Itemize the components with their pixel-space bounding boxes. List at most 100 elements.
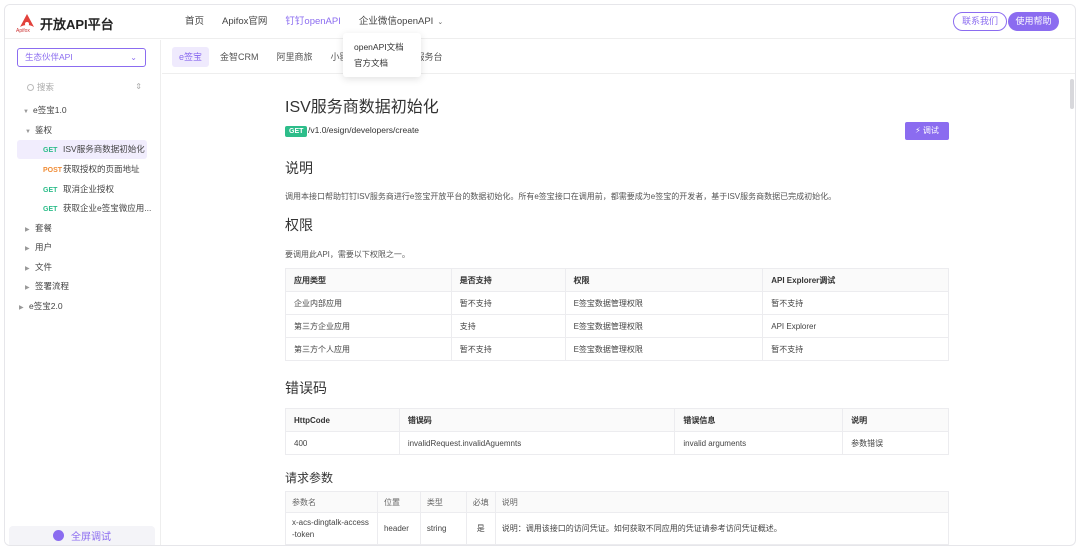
table-row: 第三方个人应用 暂不支持 E签宝数据管理权限 暂不支持 [285, 337, 949, 361]
error-code-table: HttpCode 错误码 错误信息 说明 400 invalidRequest.inval… [285, 408, 949, 455]
method-badge: GET [285, 126, 308, 137]
scrollbar[interactable] [1070, 79, 1074, 109]
table-cell: 说明：调用该接口的访问凭证。如何获取不同应用的凭证请参考访问凭证概述。 [494, 512, 950, 545]
table-header-row: 参数名 位置 类型 必填 说明 [285, 491, 950, 513]
nav-label: 首页 [185, 16, 205, 27]
nav-dingtalk-openapi[interactable]: 钉钉openAPI [285, 5, 340, 39]
chevron-down-icon: ⌄ [437, 19, 444, 26]
table-cell: E签宝数据管理权限 [564, 291, 764, 315]
tree-item-label: 取消企业授权 [63, 184, 115, 194]
table-cell: API Explorer [762, 314, 949, 338]
wecom-dropdown-menu: openAPI文档 官方文档 [343, 33, 421, 77]
table-header-row: 应用类型 是否支持 权限 API Explorer调试 [285, 268, 949, 292]
nav-home[interactable]: 首页 [185, 5, 204, 39]
sidebar: 生态伙伴API ⌄ 搜索 ⇕ ▼ e签宝1.0 ▼ 鉴权 GET ISV服务商数据初始化 P… [5, 40, 161, 545]
table-cell: 第三方企业应用 [285, 314, 452, 338]
api-endpoint-item[interactable]: POST获取授权的页面地址 [5, 160, 140, 179]
table-cell: 暂不支持 [450, 291, 566, 315]
tree-folder-item[interactable]: ▶ 文件 [5, 258, 52, 277]
table-cell: 支持 [450, 314, 566, 338]
endpoint-path: /v1.0/esign/developers/create [308, 125, 420, 135]
column-header: 错误信息 [674, 408, 844, 432]
debug-button[interactable]: ⚡ 调试 [905, 122, 949, 140]
column-header: 错误码 [398, 408, 676, 432]
table-header-row: HttpCode 错误码 错误信息 说明 [285, 408, 949, 432]
caret-right-icon[interactable]: ▶ [25, 279, 35, 298]
method-tag: GET [43, 147, 58, 154]
api-endpoint-item[interactable]: GET 取消企业授权 [5, 180, 114, 199]
table-cell: E签宝数据管理权限 [564, 314, 764, 338]
table-cell: 暂不支持 [450, 337, 566, 361]
tree-item-label: ISV服务商数据初始化 [63, 144, 145, 154]
caret-right-icon[interactable]: ▶ [19, 299, 29, 318]
nav-label: Apifox官网 [222, 16, 268, 27]
table-cell: E签宝数据管理权限 [564, 337, 764, 361]
tree-item-label: 签署流程 [35, 281, 70, 291]
table-cell: invalid arguments [674, 431, 844, 455]
page-title: ISV服务商数据初始化 [285, 99, 439, 116]
tab-ali-travel[interactable]: 阿里商旅 [270, 47, 320, 67]
api-endpoint-item[interactable]: GET 获取企业e签宝微应用... [5, 199, 151, 218]
column-header: 类型 [419, 491, 467, 513]
app-window: Apifox 开放API平台 首页 Apifox官网 钉钉openAPI 企业微… [4, 4, 1076, 546]
param-name-cell: x-acs-dingtalk-access -token [285, 512, 378, 545]
perm-text: 要调用此API，需要以下权限之一。 [285, 250, 410, 259]
table-row: 第三方企业应用 支持 E签宝数据管理权限 API Explorer [285, 314, 949, 338]
tree-item-label: e签宝1.0 [33, 105, 67, 115]
tree-folder-item[interactable]: ▶ 套餐 [5, 219, 52, 238]
fullscreen-debug-button[interactable]: 全屏调试 [9, 526, 155, 545]
method-tag: POST [43, 167, 63, 174]
table-cell: string [419, 512, 467, 545]
nav-label: 钉钉openAPI [285, 16, 341, 27]
search-placeholder: 搜索 [37, 82, 55, 92]
table-cell: 是 [465, 512, 496, 545]
tab-jinzhi-crm[interactable]: 金智CRM [213, 47, 266, 67]
table-cell: header [376, 512, 421, 545]
params-heading: 请求参数 [285, 471, 334, 485]
column-header: HttpCode [285, 408, 400, 432]
column-header: 参数名 [285, 491, 378, 513]
menu-item-official-docs[interactable]: 官方文档 [343, 55, 421, 71]
sort-icon[interactable]: ⇕ [135, 78, 142, 96]
tree-folder-item[interactable]: ▼ e签宝1.0 [5, 101, 67, 120]
table-cell: 400 [285, 431, 400, 455]
caret-right-icon[interactable]: ▶ [25, 240, 35, 259]
nav-label: 企业微信openAPI [358, 16, 434, 27]
table-cell: 企业内部应用 [285, 291, 452, 315]
contact-us-button[interactable]: 联系我们 [953, 12, 1007, 31]
menu-item-openapi-docs[interactable]: openAPI文档 [343, 39, 421, 55]
column-header: API Explorer调试 [762, 268, 949, 292]
nav-apifox-site[interactable]: Apifox官网 [222, 5, 267, 39]
column-header: 是否支持 [450, 268, 566, 292]
doc-content: ISV服务商数据初始化 GET /v1.0/esign/developers/c… [162, 75, 1075, 545]
help-button[interactable]: 使用帮助 [1008, 12, 1059, 31]
category-tabs: e签宝 金智CRM 阿里商旅 小罂客服 工服务台 [162, 40, 1075, 74]
api-endpoint-item[interactable]: GET ISV服务商数据初始化 [17, 140, 147, 159]
caret-down-icon[interactable]: ▼ [23, 103, 33, 122]
fullscreen-label: 全屏调试 [71, 532, 111, 543]
tree-folder-item[interactable]: ▶ e签宝2.0 [5, 297, 63, 316]
api-category-select[interactable]: 生态伙伴API ⌄ [17, 48, 146, 67]
tree-folder-item[interactable]: ▶ 用户 [5, 238, 52, 257]
permission-table: 应用类型 是否支持 权限 API Explorer调试 企业内部应用 暂不支持 E签宝数据管… [285, 268, 949, 361]
method-tag: GET [43, 187, 58, 194]
method-tag: GET [43, 206, 58, 213]
tree-item-label: 获取授权的页面地址 [63, 164, 140, 174]
request-params-table: 参数名 位置 类型 必填 说明 x-acs-dingtalk-access -token he… [285, 491, 950, 545]
desc-heading: 说明 [285, 160, 313, 176]
table-cell: invalidRequest.invalidAguemnts [398, 431, 676, 455]
column-header: 说明 [494, 491, 950, 513]
tree-item-label: e签宝2.0 [29, 301, 63, 311]
table-cell: 参数错误 [842, 431, 949, 455]
tree-item-label: 获取企业e签宝微应用... [63, 203, 152, 213]
search-input[interactable]: 搜索 ⇕ [17, 78, 146, 96]
tree-folder-item[interactable]: ▶ 签署流程 [5, 277, 69, 296]
tree-folder-item[interactable]: ▼ 鉴权 [5, 121, 52, 140]
tab-esign[interactable]: e签宝 [172, 46, 210, 67]
debug-icon [53, 530, 64, 541]
select-value: 生态伙伴API [25, 52, 73, 62]
table-row: 400 invalidRequest.invalidAguemnts invalid… [285, 431, 949, 455]
chevron-down-icon: ⌄ [130, 53, 137, 62]
column-header: 必填 [465, 491, 496, 513]
column-header: 权限 [564, 268, 764, 292]
